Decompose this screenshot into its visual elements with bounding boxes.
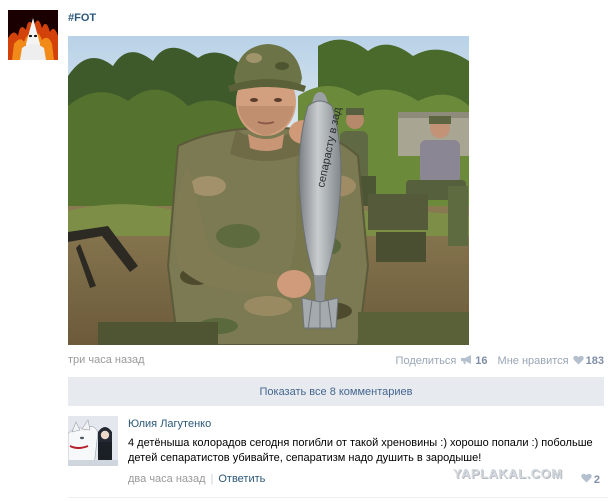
heart-icon	[572, 355, 584, 368]
divider	[68, 497, 608, 498]
post-meta: три часа назад Поделиться 16 Мне нравитс…	[68, 353, 604, 369]
megaphone-icon	[460, 354, 473, 368]
share-label: Поделиться	[395, 355, 457, 367]
author-avatar[interactable]	[8, 10, 58, 60]
post-author-name[interactable]: #FOT	[68, 12, 96, 24]
wolf-and-girl-image	[68, 416, 118, 466]
like-count: 183	[585, 355, 604, 367]
comment-footer: два часа назад | Ответить	[128, 473, 265, 485]
comment-author[interactable]: Юлия Лагутенко	[128, 418, 211, 430]
hooded-figure-image	[8, 10, 58, 60]
comment-avatar[interactable]	[68, 416, 118, 466]
like-button[interactable]: Мне нравится 183	[498, 355, 604, 368]
comment: Юлия Лагутенко 4 детёныша колорадов сего…	[68, 414, 608, 496]
post-time[interactable]: три часа назад	[68, 354, 145, 366]
heart-icon	[581, 473, 592, 486]
reply-button[interactable]: Ответить	[218, 473, 265, 485]
watermark: YAPLAKAL.COM	[453, 466, 563, 481]
post-actions: Поделиться 16 Мне нравится 183	[396, 353, 604, 369]
share-count: 16	[475, 355, 488, 367]
soldier-with-mortar-shell-image: сепарасту в зад	[68, 36, 469, 345]
show-all-comments-button[interactable]: Показать все 8 комментариев	[68, 377, 604, 406]
share-button[interactable]: Поделиться 16	[396, 354, 488, 368]
post-photo[interactable]: сепарасту в зад	[68, 36, 469, 345]
like-label: Мне нравится	[497, 355, 569, 367]
wall-post: #FOT сепарасту в зад три часа назад Поде…	[0, 0, 615, 502]
show-all-comments-label: Показать все 8 комментариев	[259, 385, 413, 398]
comment-like-count: 2	[593, 473, 600, 486]
comment-time[interactable]: два часа назад	[128, 473, 205, 485]
comment-text: 4 детёныша колорадов сегодня погибли от …	[128, 437, 593, 464]
comment-separator: |	[210, 473, 214, 485]
comment-like-button[interactable]: 2	[581, 473, 600, 486]
